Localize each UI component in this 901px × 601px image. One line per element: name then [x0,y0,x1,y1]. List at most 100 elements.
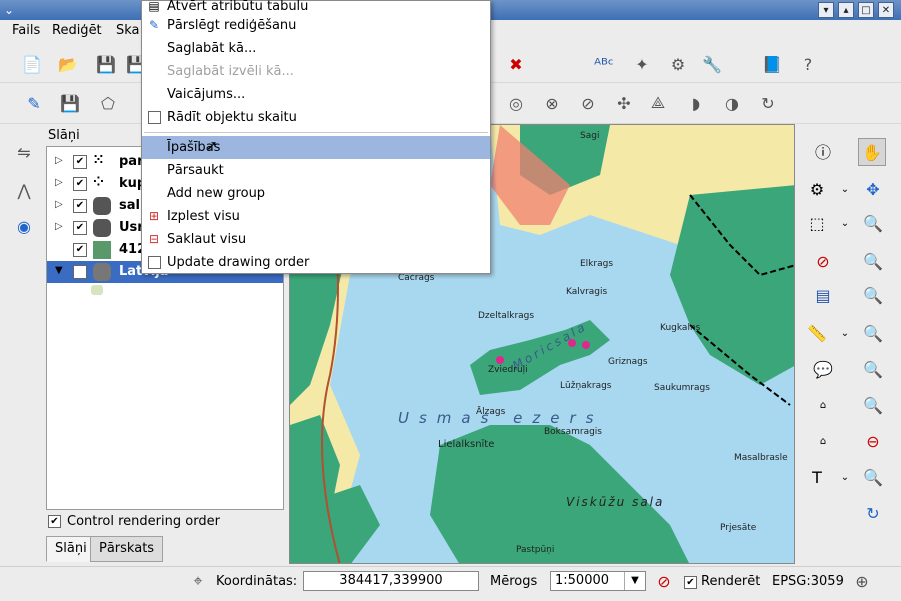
new-project-icon[interactable]: 📄 [20,52,44,76]
zoom-back-icon[interactable]: ⊖ [860,428,886,454]
layer-checkbox[interactable]: ✔ [73,155,87,169]
split-features-icon[interactable]: ✣ [612,91,636,115]
layer-name: sal [119,198,140,213]
plugin-icon[interactable]: ⚙ [666,52,690,76]
attribute-table-icon[interactable]: ▤ [810,282,836,308]
menu-item-update-drawing-order[interactable]: Update drawing order [142,251,490,274]
epsg-label[interactable]: EPSG:3059 [772,574,844,589]
menu-item-properties[interactable]: Īpašības [142,136,490,159]
merge-icon[interactable]: ◑ [720,91,744,115]
menu-item-show-feature-count[interactable]: Rādīt objektu skaitu [142,106,490,129]
drawing-order-checkbox[interactable] [148,256,161,269]
text-annotation-icon[interactable]: T [804,464,830,490]
stop-render-icon[interactable]: ⊘ [652,569,676,593]
save-project-icon[interactable]: 💾 [94,52,118,76]
globe-icon[interactable]: ◉ [12,214,36,238]
zoom-next-icon[interactable]: 🔍 [860,464,886,490]
zoom-layer-icon[interactable]: 🔍 [860,356,886,382]
settings-gear-icon[interactable]: ⚙ [804,176,830,202]
menu-item-add-group[interactable]: Add new group [142,182,490,205]
refresh-icon[interactable]: ↻ [860,500,886,526]
layer-checkbox[interactable]: ✔ [73,199,87,213]
add-island-icon[interactable]: ⊗ [540,91,564,115]
layer-checkbox[interactable]: ✔ [73,265,87,279]
collapse-arrow-icon[interactable]: ▼ [55,265,63,276]
zoom-full-icon[interactable]: 🔍 [860,282,886,308]
show-bookmarks-icon[interactable]: ⌂ [810,428,836,454]
help-book-icon[interactable]: 📘 [760,52,784,76]
expand-icon: ⊞ [148,209,160,223]
plugin-manager-icon[interactable]: 🔧 [700,52,724,76]
reshape-icon[interactable]: ◗ [684,91,708,115]
dropdown-arrow-icon[interactable]: ⌄ [832,210,858,236]
menu-view[interactable]: Ska [116,23,140,38]
projection-icon[interactable]: ⊕ [850,569,874,593]
open-project-icon[interactable]: 📂 [56,52,80,76]
save-edits-icon[interactable]: 💾 [58,91,82,115]
menu-item-rename[interactable]: Pārsaukt [142,159,490,182]
deselect-icon[interactable]: ⊘ [810,248,836,274]
pan-hand-icon[interactable]: ✋ [858,138,886,166]
zoom-out-icon[interactable]: 🔍 [860,248,886,274]
menu-item-toggle-editing[interactable]: ✎ Pārslēgt rediģēšanu [142,14,490,37]
dropdown-arrow-icon[interactable]: ⌄ [832,464,858,490]
measure-icon[interactable]: 📏 [804,320,830,346]
window-menu-icon[interactable]: ⌄ [4,3,18,17]
right-toolbar: ⓘ ✋ ⚙ ⌄ ✥ ⬚ ⌄ 🔍 ⊘ 🔍 ▤ 🔍 📏 ⌄ 🔍 💬 🔍 ⌂ 🔍 ⌂ … [800,124,901,564]
menu-file[interactable]: Fails [12,23,40,38]
feature-count-checkbox[interactable] [148,111,161,124]
remove-layer-icon[interactable]: ✖ [504,52,528,76]
select-feature-icon[interactable]: ⬚ [804,210,830,236]
coordinate-capture-icon[interactable]: ⌖ [186,569,210,593]
control-rendering-order[interactable]: ✔ Control rendering order [48,514,220,529]
delete-ring-icon[interactable]: ⊘ [576,91,600,115]
node-tool-icon[interactable]: ⟁ [646,91,670,115]
restore-icon[interactable]: ▴ [838,2,854,18]
capture-polygon-icon[interactable]: ⬠ [96,91,120,115]
edit-pencil-icon[interactable]: ✎ [22,91,46,115]
zoom-selection-icon[interactable]: 🔍 [860,320,886,346]
point-layer-icon: ⁘ [93,175,104,190]
redo-icon[interactable]: ↻ [756,91,780,115]
new-bookmark-icon[interactable]: ⌂ [810,392,836,418]
zoom-in-icon[interactable]: 🔍 [860,210,886,236]
tab-layers[interactable]: Slāņi [46,536,96,562]
menu-item-query[interactable]: Vaicājums... [142,83,490,106]
render-check-icon[interactable]: ✔ [684,576,697,589]
pan-to-selection-icon[interactable]: ✥ [860,176,886,202]
add-ring-icon[interactable]: ◎ [504,91,528,115]
close-icon[interactable]: ✕ [878,2,894,18]
zoom-last-icon[interactable]: 🔍 [860,392,886,418]
scale-select[interactable]: 1:50000 ▼ [550,571,646,591]
tab-overview[interactable]: Pārskats [90,536,164,562]
label-icon[interactable]: ᴬᴮᶜ [592,52,616,76]
digitize-icon[interactable]: ⇋ [12,140,36,164]
expand-arrow-icon[interactable]: ▷ [55,221,63,232]
collapse-icon: ⊟ [148,232,160,246]
menu-item-collapse-all[interactable]: ⊟ Saklaut visu [142,228,490,251]
control-rendering-checkbox[interactable]: ✔ [48,515,61,528]
menu-item-save-as[interactable]: Saglabāt kā... [142,37,490,60]
map-tips-icon[interactable]: 💬 [810,356,836,382]
expand-arrow-icon[interactable]: ▷ [55,199,63,210]
layer-checkbox[interactable]: ✔ [73,221,87,235]
maximize-icon[interactable]: □ [858,2,874,18]
whats-this-icon[interactable]: ? [796,52,820,76]
menu-item-expand-all[interactable]: ⊞ Izplest visu [142,205,490,228]
chevron-down-icon[interactable]: ▼ [624,572,645,590]
identify-feature-icon[interactable]: ⓘ [810,138,836,164]
render-checkbox[interactable]: ✔ Renderēt [684,574,760,589]
identify-icon[interactable]: ✦ [630,52,654,76]
expand-arrow-icon[interactable]: ▷ [55,177,63,188]
menu-edit[interactable]: Rediģēt [52,23,102,38]
dropdown-arrow-icon[interactable]: ⌄ [832,176,858,202]
histogram-icon[interactable]: ⋀ [12,178,36,202]
expand-arrow-icon[interactable]: ▷ [55,155,63,166]
layer-name: Usr [119,220,144,235]
layer-checkbox[interactable]: ✔ [73,243,87,257]
minimize-icon[interactable]: ▾ [818,2,834,18]
map-place-label: Zviedruļi [488,365,528,375]
dropdown-arrow-icon[interactable]: ⌄ [832,320,858,346]
layer-checkbox[interactable]: ✔ [73,177,87,191]
coordinates-field[interactable]: 384417,339900 [303,571,479,591]
